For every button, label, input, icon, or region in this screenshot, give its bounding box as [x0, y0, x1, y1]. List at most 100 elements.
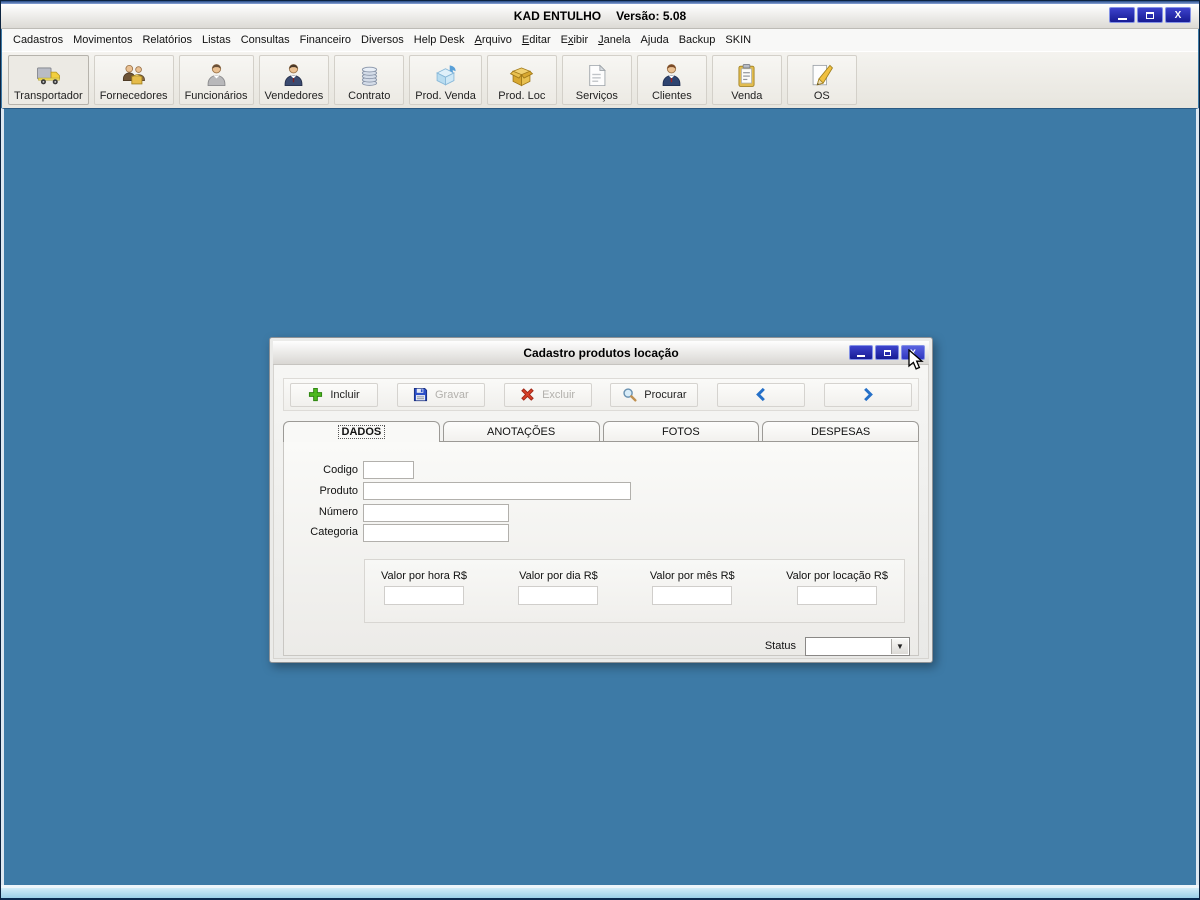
tab-fotos[interactable]: FOTOS — [602, 421, 760, 441]
tab-dados-label: DADOS — [337, 425, 386, 439]
menu-item-movimentos[interactable]: Movimentos — [68, 31, 137, 49]
valor-dia-column: Valor por dia R$ — [518, 570, 599, 622]
toolbar-button-contrato[interactable]: Contrato — [334, 55, 405, 105]
tab-content-dados: Codigo Produto Número Categoria Valor po… — [283, 441, 919, 656]
menu-bar: Cadastros Movimentos Relatórios Listas Consu… — [2, 29, 1198, 51]
toolbar-label-servicos: Serviços — [575, 90, 618, 102]
chevron-down-icon: ▼ — [896, 642, 904, 651]
produto-field[interactable] — [363, 482, 631, 500]
tab-fotos-label: FOTOS — [662, 425, 700, 438]
valor-hora-field[interactable] — [384, 586, 464, 605]
toolbar-label-venda: Venda — [731, 90, 763, 102]
valor-mes-label: Valor por mês R$ — [649, 570, 735, 582]
procurar-label: Procurar — [644, 388, 687, 401]
toolbar-button-clientes[interactable]: Clientes — [636, 55, 707, 105]
incluir-label: Incluir — [330, 388, 360, 401]
status-combobox[interactable]: ▼ — [805, 637, 910, 656]
menu-item-skin[interactable]: SKIN — [720, 31, 756, 49]
tab-anotacoes-label: ANOTAÇÕES — [486, 425, 556, 438]
status-label: Status — [764, 640, 796, 652]
dialog-action-panel: Incluir Gravar Excluir Procurar — [283, 378, 919, 411]
combo-dropdown-button[interactable]: ▼ — [891, 639, 908, 654]
valor-locacao-field[interactable] — [797, 586, 878, 605]
minimize-icon — [1117, 17, 1127, 20]
codigo-field[interactable] — [363, 461, 414, 479]
truck-icon — [35, 61, 62, 90]
toolbar-button-fornecedores[interactable]: Fornecedores — [93, 55, 174, 105]
dialog-body: Incluir Gravar Excluir Procurar DADOS AN… — [273, 365, 929, 659]
dialog-cadastro-produtos-locacao: Cadastro produtos locação X Incluir Grav… — [269, 337, 933, 663]
excluir-label: Excluir — [542, 388, 576, 401]
previous-record-button[interactable] — [717, 382, 806, 407]
toolbar-label-vendedores: Vendedores — [264, 90, 324, 102]
toolbar-button-venda[interactable]: Venda — [711, 55, 782, 105]
numero-label: Número — [318, 506, 358, 518]
valor-mes-column: Valor por mês R$ — [650, 570, 735, 622]
tab-anotacoes[interactable]: ANOTAÇÕES — [442, 421, 600, 441]
dialog-tabs: DADOS ANOTAÇÕES FOTOS DESPESAS — [283, 421, 919, 442]
produto-label: Produto — [319, 485, 358, 497]
product-rental-box-icon — [508, 61, 535, 90]
save-icon — [413, 387, 428, 402]
sale-clipboard-icon — [733, 61, 760, 90]
app-version: Versão: 5.08 — [616, 9, 687, 23]
employee-icon — [203, 61, 230, 90]
chevron-right-icon — [860, 387, 875, 402]
categoria-label: Categoria — [310, 526, 358, 538]
menu-item-cadastros[interactable]: Cadastros — [8, 31, 68, 49]
tab-despesas-label: DESPESAS — [810, 425, 871, 438]
valor-locacao-label: Valor por locação R$ — [786, 570, 888, 582]
menu-item-help-desk[interactable]: Help Desk — [409, 31, 470, 49]
menu-item-financeiro[interactable]: Financeiro — [295, 31, 356, 49]
product-sale-box-icon — [432, 61, 459, 90]
work-order-pencil-icon — [808, 61, 835, 90]
toolbar-button-funcionarios[interactable]: Funcionários — [178, 55, 254, 105]
dialog-close-button[interactable]: X — [901, 345, 925, 360]
menu-item-listas[interactable]: Listas — [197, 31, 236, 49]
toolbar-button-servicos[interactable]: Serviços — [561, 55, 632, 105]
chevron-left-icon — [754, 387, 769, 402]
procurar-button[interactable]: Procurar — [610, 382, 699, 407]
tab-dados[interactable]: DADOS — [283, 421, 440, 442]
valor-locacao-column: Valor por locação R$ — [786, 570, 888, 622]
toolbar-label-fornecedores: Fornecedores — [99, 90, 168, 102]
toolbar-button-prod-loc[interactable]: Prod. Loc — [486, 55, 557, 105]
categoria-field[interactable] — [363, 524, 509, 542]
menu-item-ajuda[interactable]: Ajuda — [636, 31, 674, 49]
dialog-maximize-button[interactable] — [875, 345, 899, 360]
close-icon: X — [1174, 9, 1182, 21]
toolbar-label-funcionarios: Funcionários — [184, 90, 248, 102]
dialog-minimize-button[interactable] — [849, 345, 873, 360]
menu-item-janela[interactable]: Janela — [593, 31, 635, 49]
numero-field[interactable] — [363, 504, 509, 522]
incluir-button[interactable]: Incluir — [290, 382, 378, 407]
menu-item-diversos[interactable]: Diversos — [356, 31, 409, 49]
next-record-button[interactable] — [823, 382, 912, 407]
menu-item-editar[interactable]: Editar — [517, 31, 556, 49]
dialog-window-controls: X — [849, 345, 925, 360]
menu-item-consultas[interactable]: Consultas — [236, 31, 295, 49]
valor-dia-field[interactable] — [518, 586, 599, 605]
toolbar-button-transportador[interactable]: Transportador — [8, 55, 89, 105]
toolbar-button-vendedores[interactable]: Vendedores — [258, 55, 330, 105]
toolbar-button-os[interactable]: OS — [786, 55, 857, 105]
menu-item-relatorios[interactable]: Relatórios — [137, 31, 197, 49]
window-controls: X — [1109, 7, 1191, 23]
dialog-titlebar: Cadastro produtos locação X — [273, 341, 929, 365]
app-title: KAD ENTULHO — [513, 9, 602, 23]
close-button[interactable]: X — [1165, 7, 1191, 23]
menu-item-backup[interactable]: Backup — [674, 31, 721, 49]
menu-item-arquivo[interactable]: Arquivo — [470, 31, 517, 49]
dialog-title: Cadastro produtos locação — [523, 345, 679, 360]
maximize-button[interactable] — [1137, 7, 1163, 23]
codigo-label: Codigo — [323, 464, 358, 476]
gravar-button[interactable]: Gravar — [396, 382, 485, 407]
toolbar-button-prod-venda[interactable]: Prod. Venda — [409, 55, 482, 105]
toolbar: Transportador Fornecedores Funcionários Ven… — [2, 51, 1198, 108]
minimize-button[interactable] — [1109, 7, 1135, 23]
menu-item-exibir[interactable]: Exibir — [556, 31, 594, 49]
excluir-button[interactable]: Excluir — [503, 382, 592, 407]
tab-despesas[interactable]: DESPESAS — [762, 421, 919, 441]
suppliers-icon — [120, 61, 147, 90]
valor-mes-field[interactable] — [652, 586, 733, 605]
